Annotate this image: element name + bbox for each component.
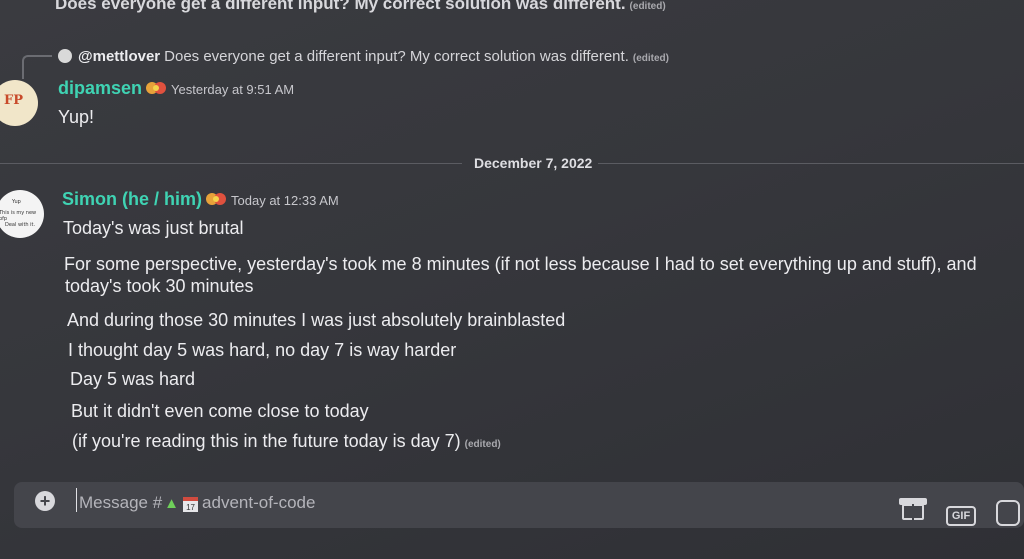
message-input-placeholder[interactable]: Message # ▲ 17 advent-of-code xyxy=(79,493,315,513)
message-line: Today's was just brutal xyxy=(63,218,244,238)
avatar-text: Deal with it. xyxy=(5,222,36,228)
reply-connector xyxy=(22,55,52,79)
message-line: For some perspective, yesterday's took m… xyxy=(64,254,977,274)
edited-label: (edited) xyxy=(629,1,666,12)
previous-message-text: Does everyone get a different input? My … xyxy=(55,0,666,14)
message-line: I thought day 5 was hard, no day 7 is wa… xyxy=(68,340,457,360)
reply-text: Does everyone get a different input? My … xyxy=(164,48,629,65)
date-divider-line xyxy=(0,163,462,164)
plus-icon[interactable]: + xyxy=(35,491,55,511)
previous-message-content: Does everyone get a different input? My … xyxy=(55,0,626,13)
username[interactable]: Simon (he / him) xyxy=(62,189,202,209)
tree-icon: ▲ xyxy=(164,495,180,512)
avatar[interactable]: Yup This is my new pfp Deal with it. xyxy=(0,190,44,238)
channel-name: advent-of-code xyxy=(202,493,316,512)
edited-label: (edited) xyxy=(632,53,669,64)
calendar-icon: 17 xyxy=(183,497,199,512)
avatar-text: This is my new pfp xyxy=(0,210,37,222)
reply-preview[interactable]: @mettlover Does everyone get a different … xyxy=(58,48,669,65)
edited-label: (edited) xyxy=(464,439,501,450)
message-line: But it didn't even come close to today xyxy=(71,401,369,421)
timestamp: Yesterday at 9:51 AM xyxy=(171,82,295,97)
message-line: Day 5 was hard xyxy=(70,369,196,389)
nitro-badge-icon xyxy=(146,82,167,94)
message-line: today's took 30 minutes xyxy=(65,276,254,296)
avatar-text: FP xyxy=(4,93,24,108)
timestamp: Today at 12:33 AM xyxy=(231,193,339,208)
placeholder-prefix: Message # xyxy=(79,493,163,512)
text-cursor xyxy=(76,488,77,512)
message-line-text: (if you're reading this in the future to… xyxy=(72,431,461,451)
reply-avatar xyxy=(58,49,72,63)
avatar[interactable]: FP xyxy=(0,80,38,126)
sticker-icon[interactable] xyxy=(996,500,1020,526)
gift-button[interactable] xyxy=(902,504,924,520)
avatar-text: Yup xyxy=(12,199,21,205)
date-divider-line xyxy=(598,163,1024,164)
message-text: Yup! xyxy=(58,107,95,127)
username[interactable]: dipamsen xyxy=(58,78,142,98)
message-line: And during those 30 minutes I was just a… xyxy=(67,310,566,330)
message-line: (if you're reading this in the future to… xyxy=(72,431,501,452)
reply-author[interactable]: @mettlover xyxy=(78,48,160,65)
date-divider: December 7, 2022 xyxy=(474,155,593,171)
message-header: dipamsen Yesterday at 9:51 AM xyxy=(58,78,294,99)
gif-icon[interactable]: GIF xyxy=(946,506,976,526)
nitro-badge-icon xyxy=(206,193,227,205)
message-header: Simon (he / him) Today at 12:33 AM xyxy=(62,189,339,210)
